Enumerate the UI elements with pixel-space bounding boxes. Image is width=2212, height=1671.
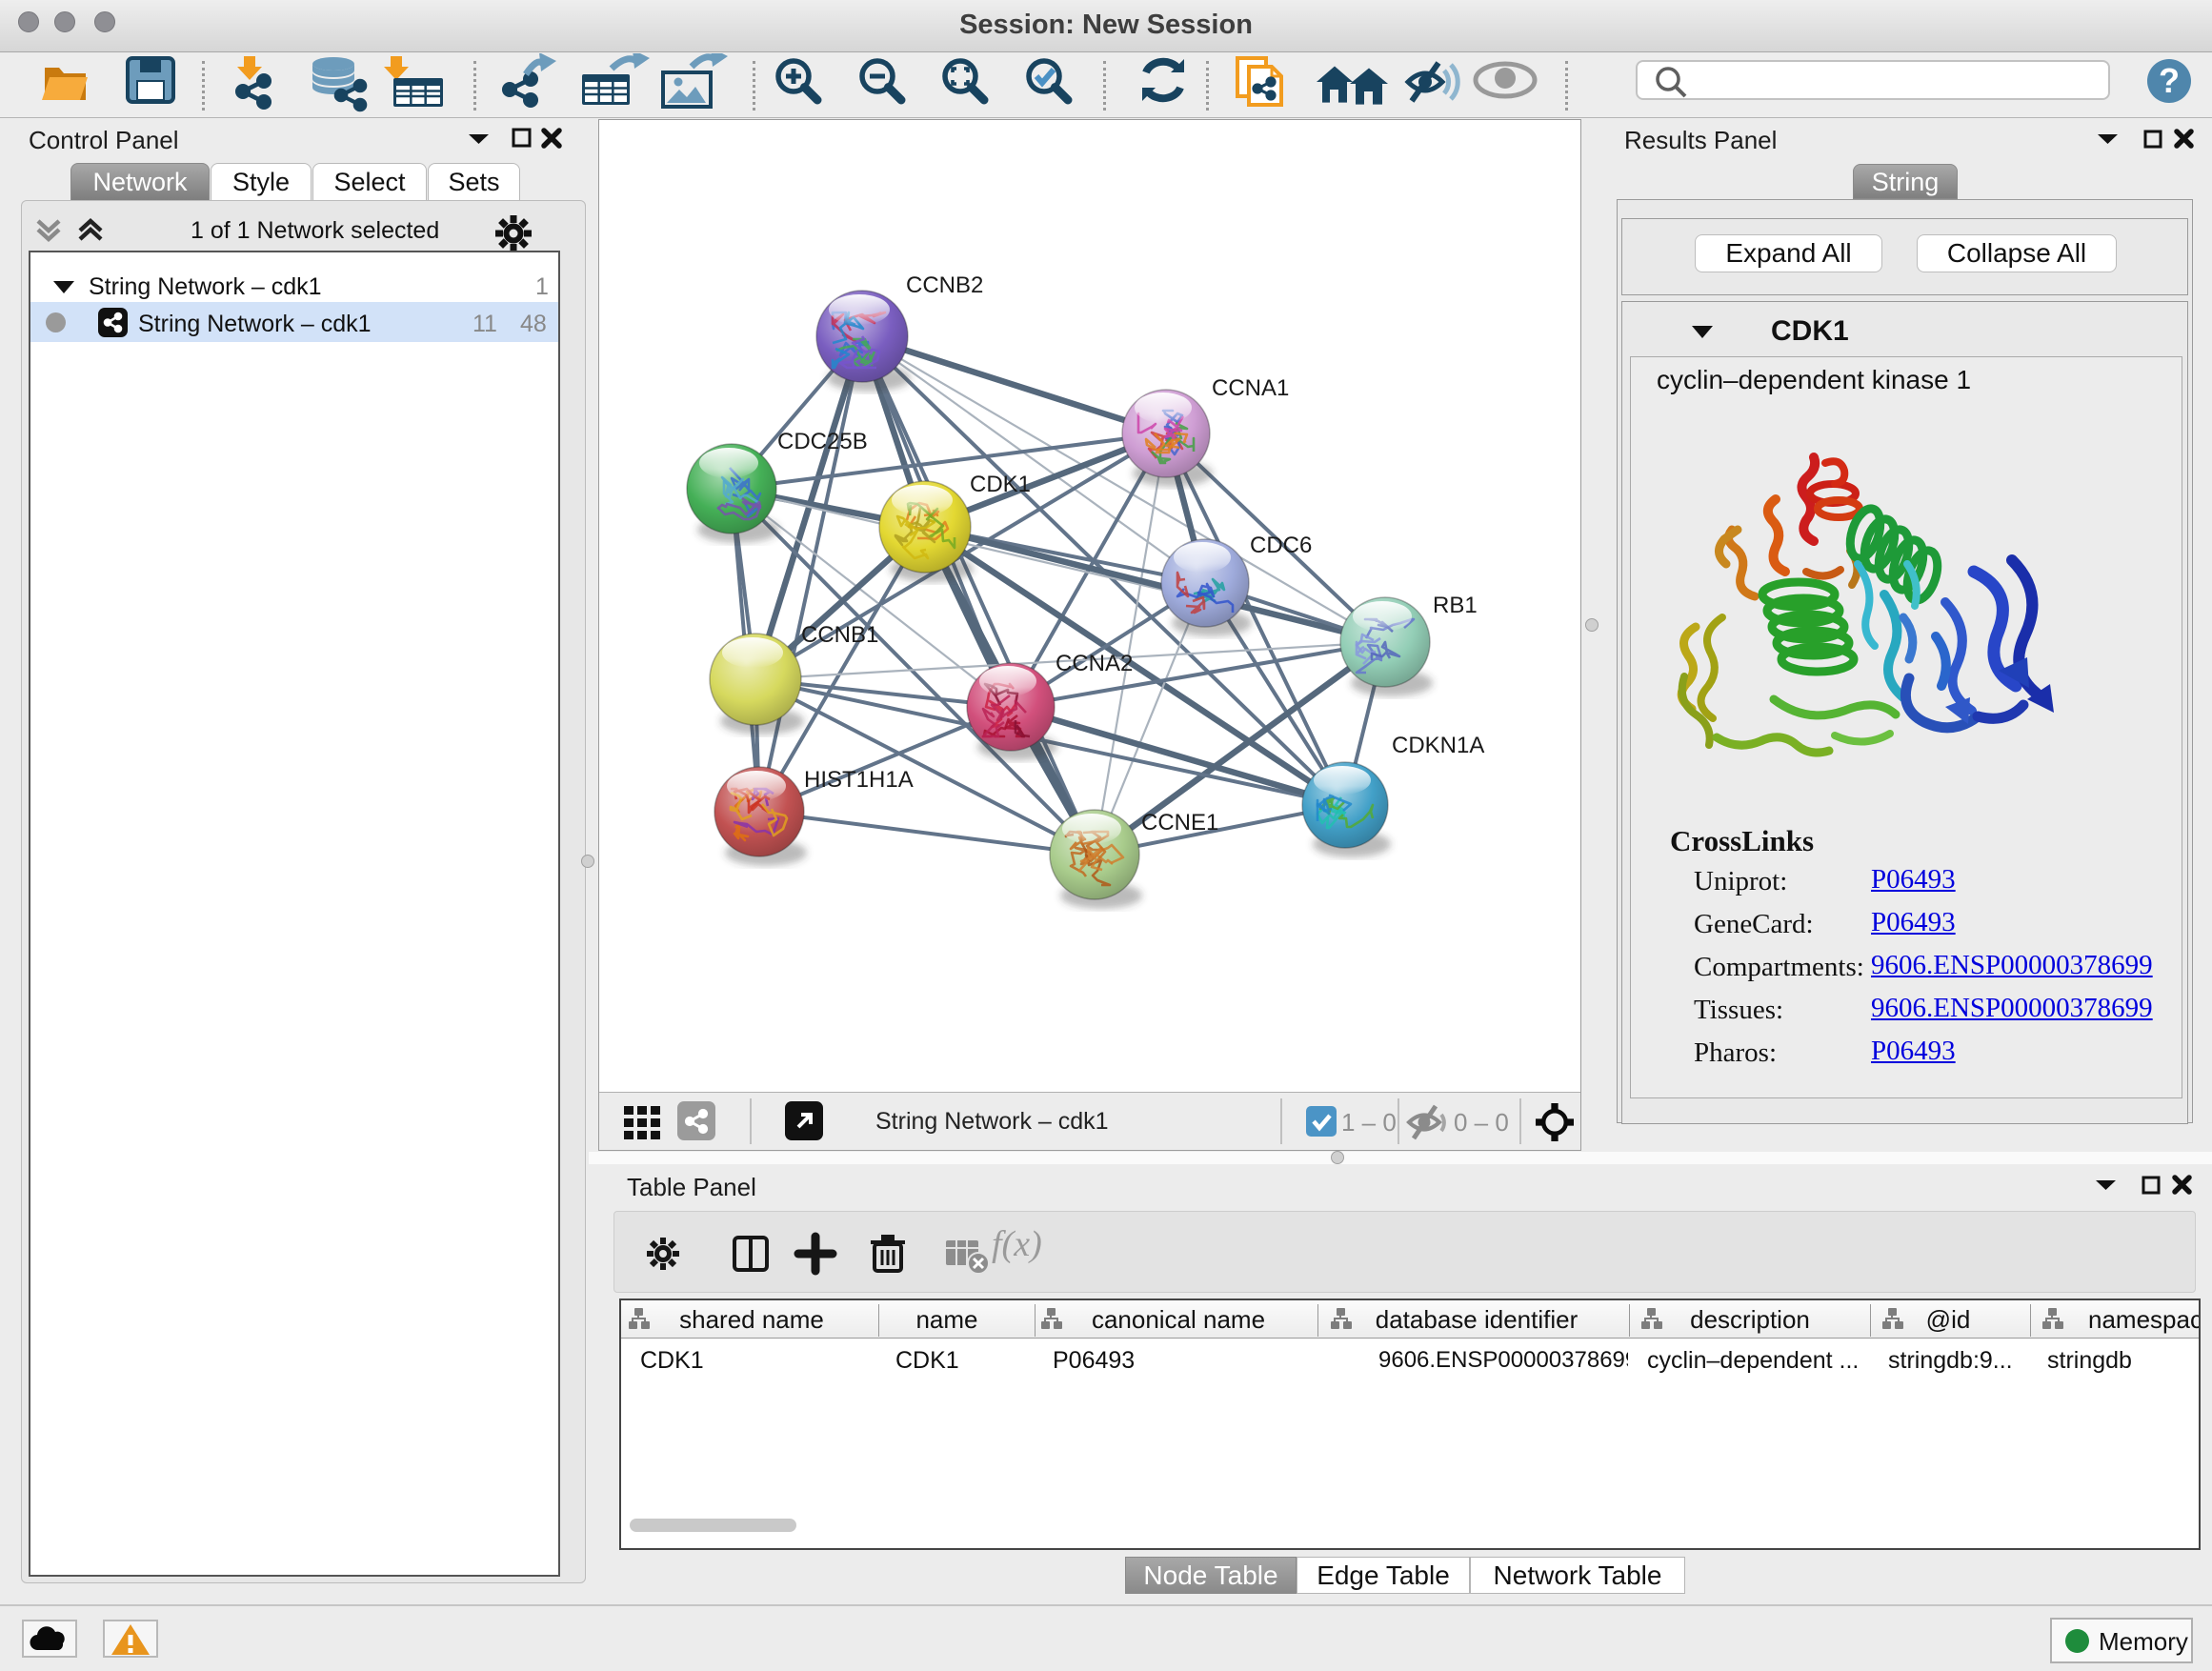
svg-text:CCNB2: CCNB2	[906, 272, 983, 298]
svg-text:HIST1H1A: HIST1H1A	[804, 767, 914, 793]
svg-text:CCNA1: CCNA1	[1212, 375, 1289, 401]
svg-text:?: ?	[2159, 61, 2180, 100]
svg-text:CDKN1A: CDKN1A	[1392, 733, 1484, 758]
svg-text:CDC25B: CDC25B	[777, 429, 868, 454]
svg-text:RB1: RB1	[1433, 593, 1478, 618]
svg-text:CCNB1: CCNB1	[801, 622, 878, 648]
svg-text:CDK1: CDK1	[970, 472, 1031, 497]
svg-text:CCNA2: CCNA2	[1056, 651, 1133, 676]
svg-text:CCNE1: CCNE1	[1141, 810, 1218, 836]
svg-text:CDC6: CDC6	[1250, 533, 1312, 558]
